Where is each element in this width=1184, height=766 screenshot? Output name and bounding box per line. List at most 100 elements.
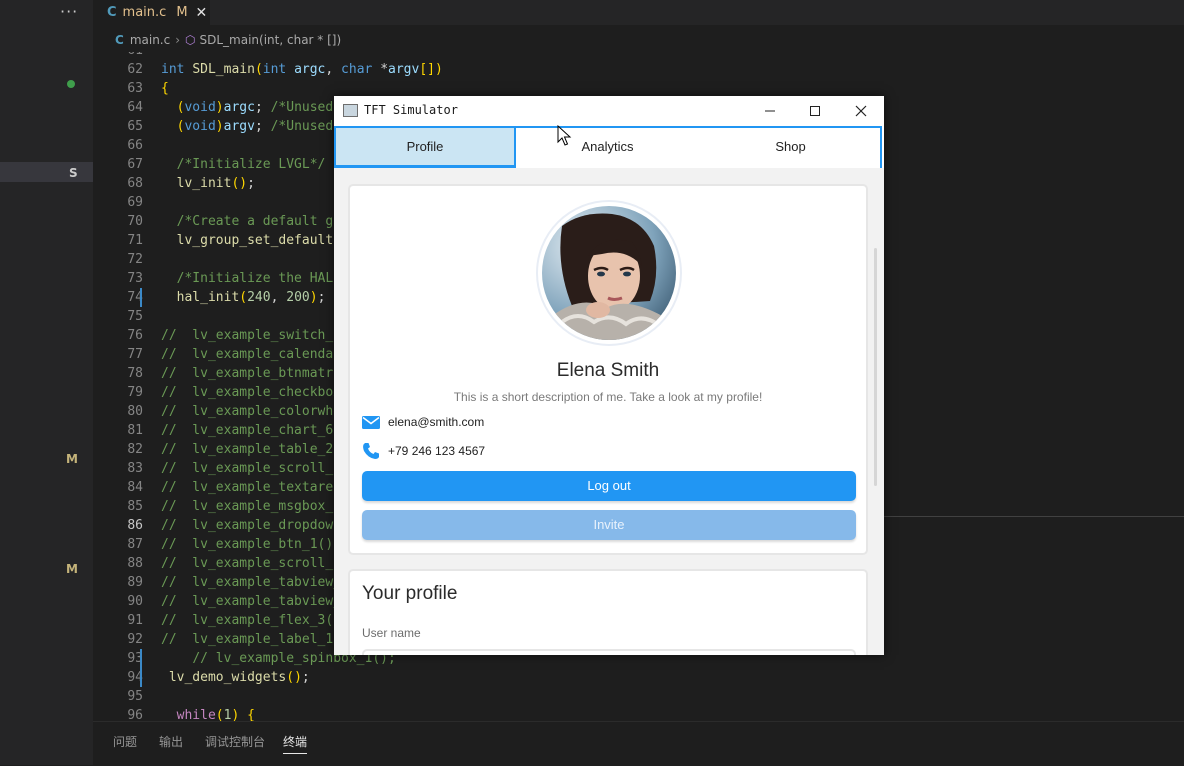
tft-simulator-window: TFT Simulator Profile Analytics Shop Ele…	[334, 96, 884, 655]
line-number: 67	[127, 157, 143, 172]
tab-shop[interactable]: Shop	[699, 126, 882, 168]
line-number: 81	[127, 423, 143, 438]
more-actions-icon[interactable]: ···	[60, 2, 78, 21]
code-text: // lv_example_btn_1();	[161, 537, 342, 552]
line-number: 77	[127, 347, 143, 362]
code-text: lv_init();	[176, 176, 255, 191]
minimize-button[interactable]	[747, 96, 793, 126]
mouse-cursor-icon	[557, 125, 572, 146]
invite-button[interactable]: Invite	[362, 510, 856, 540]
code-text: // lv_example_table_2(	[161, 442, 342, 457]
section-heading: Your profile	[362, 583, 458, 604]
line-number: 96	[127, 708, 143, 721]
c-file-icon: C	[115, 33, 124, 47]
code-text: // lv_example_tabview_	[161, 575, 342, 590]
username-input[interactable]	[362, 649, 856, 655]
line-number: 68	[127, 176, 143, 191]
line-number: 72	[127, 252, 143, 267]
app-icon	[343, 104, 358, 117]
line-number: 79	[127, 385, 143, 400]
code-text: // lv_example_msgbox_1	[161, 499, 342, 514]
tab-bar: Profile Analytics Shop	[334, 126, 884, 169]
line-number: 91	[127, 613, 143, 628]
close-icon	[855, 105, 867, 117]
envelope-icon	[362, 414, 382, 430]
c-file-icon: C	[107, 5, 117, 20]
tab-analytics[interactable]: Analytics	[516, 126, 699, 168]
line-number: 71	[127, 233, 143, 248]
line-number: 70	[127, 214, 143, 229]
code-text: // lv_example_chart_6(	[161, 423, 342, 438]
sidebar-selected-row[interactable]	[0, 162, 93, 182]
code-text: int SDL_main(int argc, char *argv[])	[161, 62, 443, 77]
gutter-modified-marker	[140, 649, 142, 668]
email-text: elena@smith.com	[388, 415, 485, 429]
line-number: 78	[127, 366, 143, 381]
line-number: 73	[127, 271, 143, 286]
explorer-badge-modified: M	[66, 562, 78, 576]
close-button[interactable]	[838, 96, 884, 126]
logout-button[interactable]: Log out	[362, 471, 856, 501]
code-line[interactable]: 96 while(1) {	[93, 706, 1184, 721]
explorer-sidebar: ··· S M M	[0, 0, 93, 765]
window-titlebar[interactable]: TFT Simulator	[334, 96, 884, 126]
tab-profile[interactable]: Profile	[334, 126, 516, 168]
line-number: 84	[127, 480, 143, 495]
code-text: // lv_example_flex_3()	[161, 613, 342, 628]
code-text: {	[161, 81, 169, 96]
line-number: 63	[127, 81, 143, 96]
code-line[interactable]: 95	[93, 687, 1184, 706]
your-profile-card: Your profile User name	[348, 569, 868, 655]
code-text: // lv_example_btnmatri	[161, 366, 342, 381]
tab-content[interactable]: Elena Smith This is a short description …	[334, 168, 884, 655]
code-line[interactable]: 62 int SDL_main(int argc, char *argv[])	[93, 60, 1184, 79]
phone-text: +79 246 123 4567	[388, 444, 486, 458]
line-number: 76	[127, 328, 143, 343]
code-text: // lv_example_colorwhe	[161, 404, 342, 419]
scrollbar[interactable]	[874, 248, 877, 486]
line-number: 83	[127, 461, 143, 476]
line-number: 64	[127, 100, 143, 115]
bottom-panel: 问题 输出 调试控制台 终端	[93, 721, 1184, 766]
line-number: 92	[127, 632, 143, 647]
tab-filename: main.c	[122, 5, 167, 20]
avatar-photo	[542, 206, 676, 340]
email-row: elena@smith.com	[362, 414, 484, 430]
panel-divider	[884, 516, 1184, 517]
line-number: 82	[127, 442, 143, 457]
code-text: // lv_example_scroll_2	[161, 461, 342, 476]
code-text: (void)argv; /*Unused	[176, 119, 334, 134]
panel-tab-output[interactable]: 输出	[159, 733, 183, 750]
code-line[interactable]: 61	[93, 52, 1184, 60]
line-number: 95	[127, 689, 143, 704]
code-text: /*Initialize LVGL*/	[176, 157, 326, 172]
code-line[interactable]: 94 lv_demo_widgets();	[93, 668, 1184, 687]
panel-tab-problems[interactable]: 问题	[113, 733, 137, 750]
editor-tab-main-c[interactable]: C main.c M ✕	[93, 0, 210, 25]
panel-tab-terminal[interactable]: 终端	[283, 733, 308, 754]
tab-close-icon[interactable]: ✕	[196, 5, 208, 21]
breadcrumb-file[interactable]: main.c	[130, 33, 170, 47]
code-text: lv_group_set_default(	[176, 233, 341, 248]
code-text: // lv_example_textarea	[161, 480, 342, 495]
panel-tab-debug-console[interactable]: 调试控制台	[205, 733, 265, 750]
line-number: 69	[127, 195, 143, 210]
code-text: // lv_example_tabview_	[161, 594, 342, 609]
line-number: 62	[127, 62, 143, 77]
line-number: 90	[127, 594, 143, 609]
line-number: 88	[127, 556, 143, 571]
line-number: 65	[127, 119, 143, 134]
phone-icon	[362, 443, 382, 459]
maximize-button[interactable]	[792, 96, 838, 126]
status-dot-icon	[67, 80, 75, 88]
line-number: 80	[127, 404, 143, 419]
symbol-method-icon: ⬡	[185, 33, 196, 47]
explorer-badge-modified: M	[66, 452, 78, 466]
code-text: // lv_example_dropdown	[161, 518, 342, 533]
breadcrumb-symbol[interactable]: SDL_main(int, char * [])	[200, 33, 342, 47]
code-text: // lv_example_switch_1	[161, 328, 342, 343]
editor-tab-bar: C main.c M ✕	[93, 0, 1184, 25]
code-text: while(1) {	[176, 708, 255, 721]
gutter-modified-marker	[140, 288, 142, 307]
profile-name: Elena Smith	[556, 360, 660, 381]
